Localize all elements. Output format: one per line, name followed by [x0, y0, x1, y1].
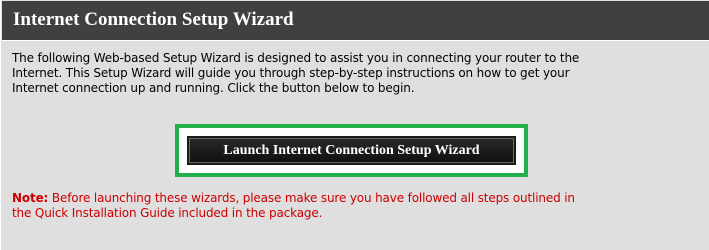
intro-paragraph: The following Web-based Setup Wizard is …	[12, 51, 702, 96]
intro-line-2: Internet. This Setup Wizard will guide y…	[12, 66, 570, 80]
launch-button-highlight: Launch Internet Connection Setup Wizard	[175, 124, 528, 177]
intro-line-3: Internet connection up and running. Clic…	[12, 81, 415, 95]
note-paragraph: Note: Before launching these wizards, pl…	[12, 191, 702, 221]
wizard-header: Internet Connection Setup Wizard	[2, 1, 709, 41]
wizard-title: Internet Connection Setup Wizard	[13, 9, 294, 30]
wizard-panel: Internet Connection Setup Wizard The fol…	[0, 0, 709, 250]
note-line-1: Note: Before launching these wizards, pl…	[12, 191, 702, 206]
launch-wizard-button[interactable]: Launch Internet Connection Setup Wizard	[187, 136, 516, 165]
note-line-2: the Quick Installation Guide included in…	[12, 206, 323, 220]
note-text-1: Before launching these wizards, please m…	[48, 191, 575, 205]
wizard-intro: The following Web-based Setup Wizard is …	[12, 51, 702, 96]
note-label: Note:	[12, 191, 49, 205]
intro-line-1: The following Web-based Setup Wizard is …	[12, 51, 580, 65]
